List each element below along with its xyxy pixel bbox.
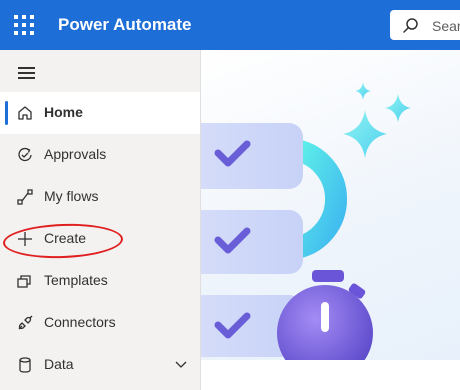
app-title[interactable]: Power Automate <box>58 15 192 35</box>
approvals-icon <box>18 147 32 162</box>
nav-label: Home <box>44 104 83 120</box>
search-icon <box>403 18 418 33</box>
stopwatch-hand <box>321 302 329 332</box>
nav-label: My flows <box>44 188 99 204</box>
nav-item-data[interactable]: Data <box>0 344 200 386</box>
hero-illustration <box>201 50 460 360</box>
left-nav: Home Approvals My flows Create Templates <box>0 50 201 390</box>
chevron-down-icon[interactable] <box>174 358 188 372</box>
sparkle-icon <box>385 94 411 122</box>
nav-item-home[interactable]: Home <box>0 92 200 134</box>
nav-label: Connectors <box>44 314 116 330</box>
sparkle-icon <box>343 110 387 158</box>
nav-label: Approvals <box>44 146 107 162</box>
search-box[interactable]: Sear <box>390 10 460 40</box>
search-placeholder: Sear <box>432 18 460 34</box>
nav-item-approvals[interactable]: Approvals <box>0 134 200 176</box>
nav-item-my-flows[interactable]: My flows <box>0 176 200 218</box>
content-area <box>201 360 460 390</box>
nav-item-templates[interactable]: Templates <box>0 260 200 302</box>
flows-icon <box>17 189 33 205</box>
templates-icon <box>17 275 31 288</box>
hamburger-menu-icon[interactable] <box>18 67 35 79</box>
connectors-icon <box>18 315 33 330</box>
database-icon <box>19 357 31 373</box>
sparkle-icon <box>355 82 371 100</box>
active-indicator <box>5 101 8 125</box>
hero-graphic <box>201 82 411 360</box>
app-launcher-icon[interactable] <box>14 15 34 35</box>
home-icon <box>18 106 32 120</box>
stopwatch-top <box>312 270 344 282</box>
nav-label: Data <box>44 356 74 372</box>
nav-label: Templates <box>44 272 108 288</box>
nav-item-connectors[interactable]: Connectors <box>0 302 200 344</box>
top-bar: Power Automate Sear <box>0 0 460 50</box>
